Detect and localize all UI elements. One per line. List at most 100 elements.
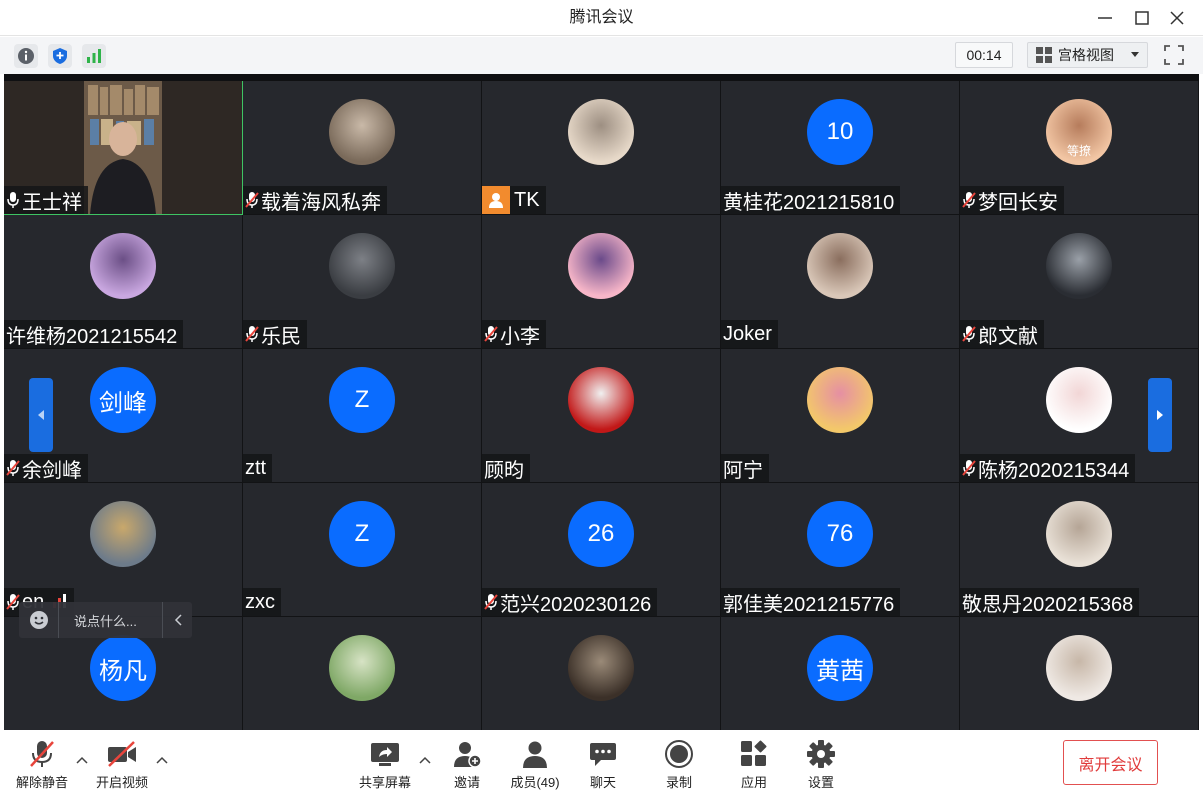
participant-tile[interactable]: 敬思丹2020215368 xyxy=(960,483,1199,617)
participant-name: 敬思丹2020215368 xyxy=(962,593,1134,616)
close-icon xyxy=(1170,11,1184,25)
participant-name: 黄桂花2021215810 xyxy=(723,191,895,214)
muted-microphone-icon xyxy=(30,741,54,767)
chat-label: 聊天 xyxy=(589,775,616,790)
participant-tile[interactable]: Zztt xyxy=(243,349,482,483)
participant-tile[interactable]: 载着海风私奔 xyxy=(243,81,482,215)
share-options-chevron-icon[interactable] xyxy=(419,754,431,766)
participant-nameplate: 黄桂花2021215810 xyxy=(721,186,901,214)
network-signal-button[interactable] xyxy=(82,44,106,68)
participant-nameplate: 乐民 xyxy=(243,320,307,348)
participant-nameplate: 顾昀 xyxy=(482,454,530,482)
settings-button[interactable]: 设置 xyxy=(806,738,836,794)
participant-name: zxc xyxy=(245,590,275,613)
muted-microphone-icon xyxy=(960,320,978,348)
unmute-button[interactable]: 解除静音 xyxy=(16,738,68,794)
participant-tile[interactable]: 10 黄桂花2021215810 xyxy=(721,81,960,215)
chat-placeholder[interactable]: 说点什么... xyxy=(59,611,162,630)
avatar-initials: Z xyxy=(329,501,395,567)
participant-tile[interactable] xyxy=(960,617,1199,730)
participant-name: 载着海风私奔 xyxy=(261,191,381,214)
title-bar: 腾讯会议 xyxy=(0,0,1203,36)
participant-tile[interactable]: 乐民 xyxy=(243,215,482,349)
participant-tile[interactable]: 许维杨2021215542 xyxy=(4,215,243,349)
security-button[interactable] xyxy=(48,44,72,68)
avatar-initials: Z xyxy=(329,367,395,433)
participant-nameplate: 余剑峰 xyxy=(4,454,88,482)
video-grid-area: 王士祥 载着海风私奔 TK 10 黄桂花2021215810 等撩 梦回长安 许维杨20212… xyxy=(4,74,1199,730)
unmute-label: 解除静音 xyxy=(16,775,69,790)
apps-button[interactable]: 应用 xyxy=(739,738,769,794)
video-options-chevron-icon[interactable] xyxy=(156,754,168,766)
participant-tile[interactable]: 小李 xyxy=(482,215,721,349)
fullscreen-icon xyxy=(1164,45,1184,65)
avatar-status-text: 等撩 xyxy=(1066,144,1091,158)
next-page-button[interactable] xyxy=(1148,378,1172,452)
window-title: 腾讯会议 xyxy=(569,9,634,26)
avatar xyxy=(1046,367,1112,433)
participant-name: 范兴2020230126 xyxy=(500,593,652,616)
start-video-button[interactable]: 开启视频 xyxy=(96,738,148,794)
participant-tile[interactable]: 等撩梦回长安 xyxy=(960,81,1199,215)
quick-chat-input[interactable]: 说点什么... xyxy=(19,602,192,638)
apps-label: 应用 xyxy=(740,775,767,790)
participant-nameplate: 梦回长安 xyxy=(960,186,1064,214)
participant-tile[interactable]: TK xyxy=(482,81,721,215)
view-mode-dropdown[interactable]: 宫格视图 xyxy=(1027,42,1148,68)
invite-button[interactable]: 邀请 xyxy=(451,738,483,794)
meeting-top-toolbar: 00:14 宫格视图 xyxy=(0,37,1203,74)
participant-tile[interactable]: 郎文献 xyxy=(960,215,1199,349)
participant-tile[interactable]: 26 范兴2020230126 xyxy=(482,483,721,617)
avatar-initials: 剑峰 xyxy=(90,367,156,433)
emoji-button[interactable] xyxy=(19,602,59,638)
maximize-icon xyxy=(1135,11,1149,25)
participant-nameplate: 范兴2020230126 xyxy=(482,588,658,616)
avatar xyxy=(1046,501,1112,567)
participant-tile[interactable]: 76 郭佳美2021215776 xyxy=(721,483,960,617)
start-video-label: 开启视频 xyxy=(96,775,149,790)
share-screen-button[interactable]: 共享屏幕 xyxy=(358,738,412,794)
participant-name: 郭佳美2021215776 xyxy=(723,593,895,616)
microphone-icon xyxy=(4,186,22,214)
participant-nameplate: 郭佳美2021215776 xyxy=(721,588,901,616)
participant-tile[interactable]: Zzxc xyxy=(243,483,482,617)
fullscreen-button[interactable] xyxy=(1162,43,1186,67)
avatar: 等撩 xyxy=(1046,99,1112,165)
chevron-left-icon xyxy=(174,614,182,626)
members-label: 成员(49) xyxy=(510,775,560,790)
info-icon xyxy=(18,48,34,64)
participant-tile[interactable] xyxy=(243,617,482,730)
participant-nameplate: 敬思丹2020215368 xyxy=(960,588,1140,616)
record-button[interactable]: 录制 xyxy=(664,738,694,794)
smiley-icon xyxy=(29,611,48,629)
participant-tile[interactable]: 阿宁 xyxy=(721,349,960,483)
audio-options-chevron-icon[interactable] xyxy=(76,754,88,766)
avatar xyxy=(1046,635,1112,701)
chevron-left-icon xyxy=(38,410,44,420)
participant-nameplate: 郎文献 xyxy=(960,320,1044,348)
muted-microphone-icon xyxy=(243,186,261,214)
meeting-info-button[interactable] xyxy=(14,44,38,68)
record-label: 录制 xyxy=(665,775,692,790)
avatar xyxy=(568,233,634,299)
maximize-button[interactable] xyxy=(1129,6,1155,30)
participant-nameplate: ztt xyxy=(243,454,273,482)
collapse-chat-button[interactable] xyxy=(162,602,192,638)
participant-tile[interactable]: 黄茜 xyxy=(721,617,960,730)
participant-name: 小李 xyxy=(500,325,540,348)
members-button[interactable]: 成员(49) xyxy=(509,738,561,794)
person-badge-icon xyxy=(482,186,510,214)
avatar xyxy=(807,367,873,433)
participant-tile[interactable]: Joker xyxy=(721,215,960,349)
close-button[interactable] xyxy=(1164,6,1190,30)
participant-tile[interactable] xyxy=(482,617,721,730)
participant-tile[interactable]: 王士祥 xyxy=(4,81,243,215)
invite-label: 邀请 xyxy=(453,775,480,790)
minimize-button[interactable] xyxy=(1092,6,1118,30)
participant-tile[interactable]: en xyxy=(4,483,243,617)
chat-button[interactable]: 聊天 xyxy=(588,738,618,794)
participant-tile[interactable]: 顾昀 xyxy=(482,349,721,483)
participant-nameplate: 阿宁 xyxy=(721,454,769,482)
previous-page-button[interactable] xyxy=(29,378,53,452)
leave-meeting-button[interactable]: 离开会议 xyxy=(1063,740,1158,785)
